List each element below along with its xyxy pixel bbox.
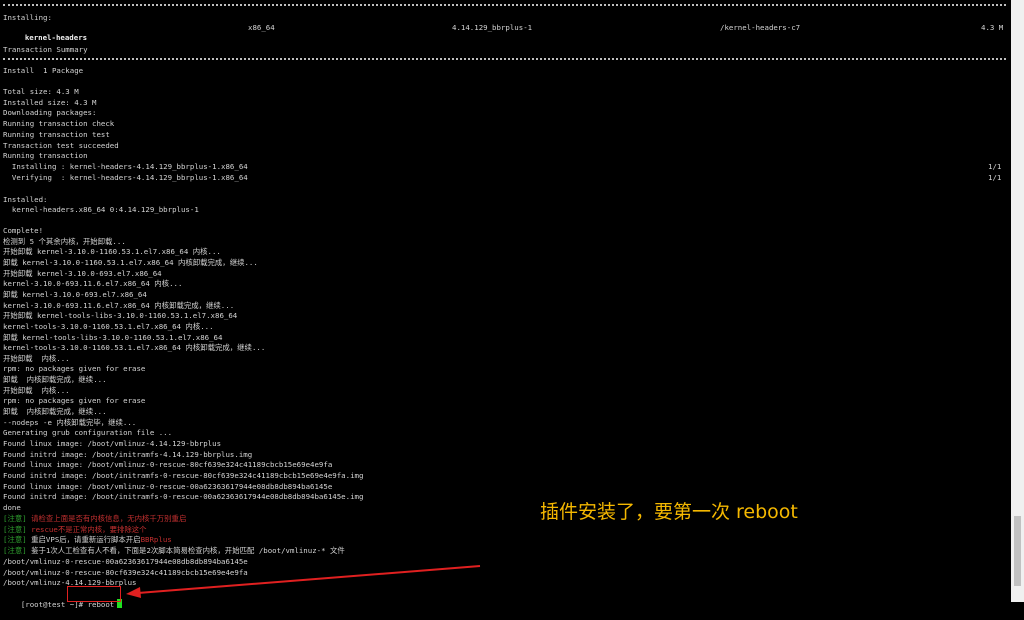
annotation-text: 插件安装了，要第一次 reboot [540,501,798,523]
scrollbar-thumb[interactable] [1014,516,1021,586]
annotation-arrow [126,565,481,598]
vertical-scrollbar[interactable] [1011,0,1024,602]
